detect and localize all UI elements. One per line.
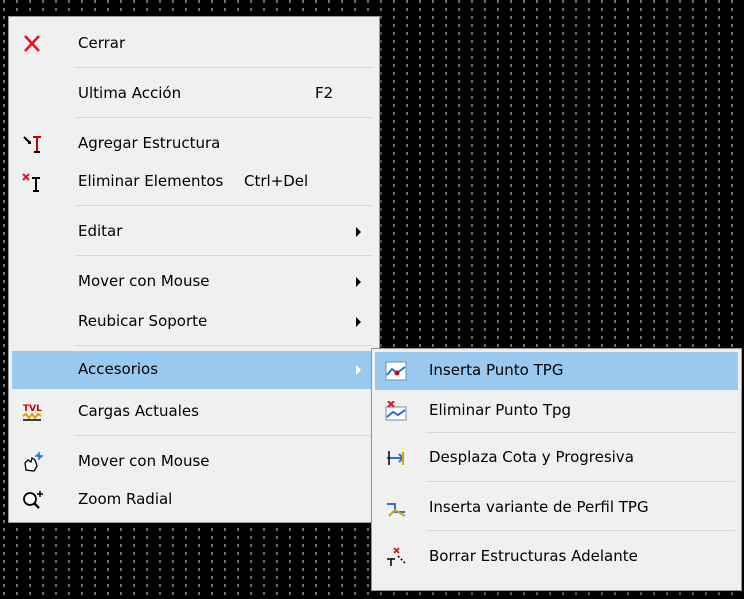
menu-item-label: Zoom Radial [78, 490, 173, 508]
separator [75, 345, 373, 346]
insert-variant-icon [385, 498, 407, 518]
menu-item-reubicar-soporte[interactable]: Reubicar Soporte [12, 303, 376, 341]
close-icon [22, 34, 44, 54]
menu-item-accesorios[interactable]: Accesorios [12, 351, 376, 389]
menu-item-zoom-radial[interactable]: Zoom Radial [12, 481, 376, 519]
submenu-arrow-icon [356, 227, 361, 237]
menu-item-eliminar-elementos[interactable]: Eliminar Elementos Ctrl+Del [12, 163, 376, 201]
delete-point-icon [385, 400, 407, 421]
menu-item-label: Cargas Actuales [78, 402, 199, 420]
insert-point-icon [385, 361, 407, 381]
menu-item-label: Desplaza Cota y Progresiva [429, 448, 634, 466]
delete-forward-icon [385, 547, 407, 567]
menu-item-label: Editar [78, 222, 123, 240]
separator [75, 435, 373, 436]
svg-text:TVL: TVL [23, 404, 42, 414]
submenu-arrow-icon [356, 365, 361, 375]
menu-item-label: Cerrar [78, 34, 126, 52]
delete-elements-icon [22, 172, 44, 192]
shift-elevation-icon [385, 448, 407, 468]
submenu-arrow-icon [356, 277, 361, 287]
add-structure-icon [22, 134, 44, 154]
context-menu: Cerrar Ultima Acción F2 Agregar Estructu… [8, 16, 380, 523]
shortcut-label: F2 [315, 84, 334, 102]
separator [426, 432, 735, 433]
loads-icon: TVL [22, 402, 44, 422]
submenu-item-eliminar-punto-tpg[interactable]: Eliminar Punto Tpg [375, 392, 738, 430]
shortcut-label: Ctrl+Del [244, 172, 309, 190]
menu-item-agregar-estructura[interactable]: Agregar Estructura [12, 125, 376, 163]
submenu-item-inserta-punto-tpg[interactable]: Inserta Punto TPG [375, 352, 738, 390]
menu-item-mover-con-mouse-sub[interactable]: Mover con Mouse [12, 263, 376, 301]
separator [426, 481, 735, 482]
menu-item-label: Eliminar Punto Tpg [429, 401, 572, 419]
menu-item-cerrar[interactable]: Cerrar [12, 25, 376, 63]
accesorios-submenu: Inserta Punto TPG Eliminar Punto Tpg Des… [371, 348, 742, 591]
submenu-arrow-icon [356, 317, 361, 327]
zoom-icon [22, 490, 44, 510]
menu-item-label: Ultima Acción [78, 84, 182, 102]
menu-item-label: Borrar Estructuras Adelante [429, 547, 638, 565]
menu-item-label: Reubicar Soporte [78, 312, 208, 330]
separator [75, 255, 373, 256]
submenu-item-desplaza-cota[interactable]: Desplaza Cota y Progresiva [375, 439, 738, 477]
separator [426, 530, 735, 531]
submenu-item-borrar-estructuras[interactable]: Borrar Estructuras Adelante [375, 538, 738, 576]
menu-item-label: Inserta Punto TPG [429, 361, 564, 379]
menu-item-mover-con-mouse[interactable]: Mover con Mouse [12, 443, 376, 481]
menu-item-ultima-accion[interactable]: Ultima Acción F2 [12, 75, 376, 113]
menu-item-cargas-actuales[interactable]: TVL Cargas Actuales [12, 393, 376, 431]
menu-item-label: Eliminar Elementos [78, 172, 224, 190]
hand-move-icon [22, 452, 44, 472]
menu-item-editar[interactable]: Editar [12, 213, 376, 251]
submenu-item-inserta-variante[interactable]: Inserta variante de Perfil TPG [375, 489, 738, 527]
separator [75, 67, 373, 68]
menu-item-label: Mover con Mouse [78, 452, 210, 470]
menu-item-label: Mover con Mouse [78, 272, 210, 290]
menu-item-label: Agregar Estructura [78, 134, 221, 152]
menu-item-label: Inserta variante de Perfil TPG [429, 498, 649, 516]
separator [75, 205, 373, 206]
separator [75, 117, 373, 118]
menu-item-label: Accesorios [78, 360, 159, 378]
